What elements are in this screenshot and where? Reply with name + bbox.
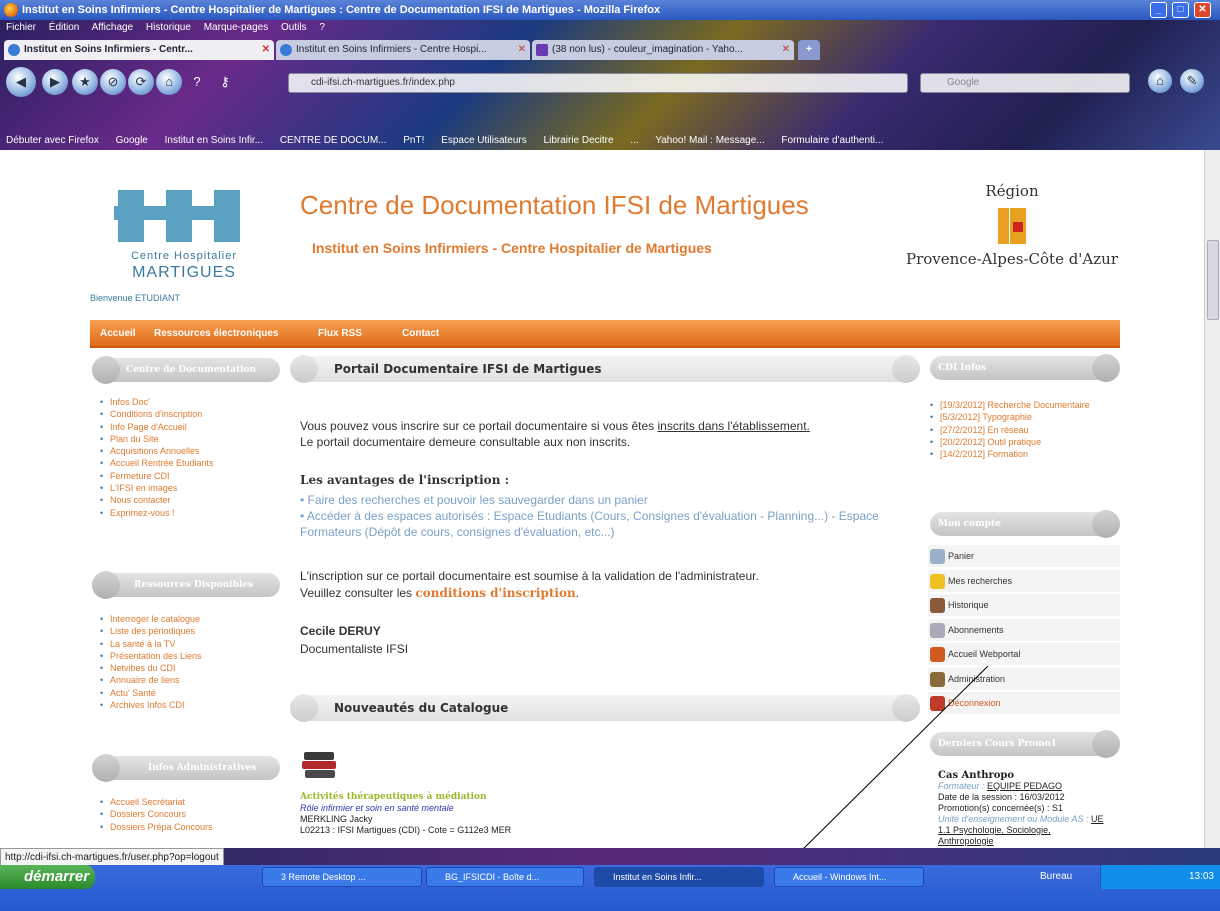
forward-button[interactable]: ▶ <box>42 69 68 95</box>
tab-2[interactable]: Institut en Soins Infirmiers - Centre Ho… <box>276 40 530 60</box>
bookmark-item[interactable]: ... <box>630 135 638 146</box>
home-icon[interactable]: ⌂ <box>156 69 182 95</box>
menu-history[interactable]: Historique <box>146 22 191 33</box>
favicon-icon <box>280 44 292 56</box>
start-button[interactable]: démarrer <box>0 865 95 889</box>
vertical-scrollbar[interactable] <box>1204 150 1220 862</box>
reload-button[interactable]: ⟳ <box>128 69 154 95</box>
key-icon[interactable]: ⚷ <box>212 69 238 95</box>
tab-bar: Institut en Soins Infirmiers - Centr... ✕… <box>0 38 1220 60</box>
search-placeholder: Google <box>947 77 980 88</box>
back-button[interactable]: ◀ <box>6 67 36 97</box>
tab-label: Institut en Soins Infirmiers - Centr... <box>24 44 193 55</box>
bookmark-star-icon[interactable]: ★ <box>72 69 98 95</box>
menu-tools[interactable]: Outils <box>281 22 307 33</box>
task-label: Accueil - Windows Int... <box>793 872 887 882</box>
scrollbar-thumb[interactable] <box>1207 240 1219 320</box>
url-text: cdi-ifsi.ch-martigues.fr/index.php <box>311 77 455 88</box>
url-bar[interactable]: cdi-ifsi.ch-martigues.fr/index.php <box>288 73 908 93</box>
bookmark-item[interactable]: Débuter avec Firefox <box>6 135 99 146</box>
bookmark-item[interactable]: Institut en Soins Infir... <box>165 135 263 146</box>
menu-bookmarks[interactable]: Marque-pages <box>204 22 268 33</box>
task-ie[interactable]: Accueil - Windows Int... <box>774 867 924 887</box>
tab-3[interactable]: (38 non lus) - couleur_imagination - Yah… <box>532 40 794 60</box>
system-tray: 13:03 <box>1100 865 1220 889</box>
menu-bar: Fichier Édition Affichage Historique Mar… <box>0 20 1220 36</box>
bookmark-item[interactable]: Formulaire d'authenti... <box>781 135 883 146</box>
tab-label: Institut en Soins Infirmiers - Centre Ho… <box>296 44 487 55</box>
web-page: Centre Hospitalier MARTIGUES Bienvenue E… <box>0 150 1204 862</box>
task-mail[interactable]: BG_IFSICDI - Boîte d... <box>426 867 584 887</box>
task-label: Institut en Soins Infir... <box>613 872 702 882</box>
window-title: Institut en Soins Infirmiers - Centre Ho… <box>22 4 661 16</box>
mail-icon <box>536 44 548 56</box>
navigation-toolbar: ◀ ▶ ★ ⊘ ⟳ ⌂ ? ⚷ cdi-ifsi.ch-martigues.fr… <box>0 64 1220 100</box>
bookmark-item[interactable]: Yahoo! Mail : Message... <box>655 135 764 146</box>
maximize-button[interactable]: □ <box>1172 2 1189 18</box>
task-label: 3 Remote Desktop ... <box>281 872 366 882</box>
tab-active[interactable]: Institut en Soins Infirmiers - Centr... ✕ <box>4 40 274 60</box>
home-icon[interactable]: ⌂ <box>1148 69 1172 93</box>
window-titlebar: Institut en Soins Infirmiers - Centre Ho… <box>0 0 1220 20</box>
task-label: BG_IFSICDI - Boîte d... <box>445 872 540 882</box>
windows-taskbar: démarrer 3 Remote Desktop ... BG_IFSICDI… <box>0 865 1220 911</box>
annotation-line <box>789 665 989 862</box>
bureau-toolbar[interactable]: Bureau <box>1040 865 1072 889</box>
start-label: démarrer <box>24 868 90 885</box>
bookmark-item[interactable]: PnT! <box>403 135 424 146</box>
firefox-icon <box>4 3 18 17</box>
bookmarks-toolbar: Débuter avec Firefox Google Institut en … <box>0 132 1220 150</box>
tab-close-icon[interactable]: ✕ <box>262 40 270 60</box>
tab-close-icon[interactable]: ✕ <box>782 40 790 60</box>
stop-button[interactable]: ⊘ <box>100 69 126 95</box>
bookmark-item[interactable]: CENTRE DE DOCUM... <box>280 135 387 146</box>
close-window-button[interactable]: ✕ <box>1194 2 1211 18</box>
menu-edit[interactable]: Édition <box>49 22 80 33</box>
minimize-button[interactable]: _ <box>1150 2 1167 18</box>
task-firefox[interactable]: Institut en Soins Infir... <box>594 867 764 887</box>
task-remote-desktop[interactable]: 3 Remote Desktop ... <box>262 867 422 887</box>
new-tab-button[interactable]: + <box>798 40 820 60</box>
tab-close-icon[interactable]: ✕ <box>518 40 526 60</box>
tab-label: (38 non lus) - couleur_imagination - Yah… <box>552 44 743 55</box>
help-icon[interactable]: ? <box>184 69 210 95</box>
search-box[interactable]: Google <box>920 73 1130 93</box>
favicon-icon <box>8 44 20 56</box>
menu-view[interactable]: Affichage <box>92 22 134 33</box>
tools-icon[interactable]: ✎ <box>1180 69 1204 93</box>
bookmark-item[interactable]: Google <box>116 135 148 146</box>
bookmark-item[interactable]: Librairie Decitre <box>544 135 614 146</box>
menu-help[interactable]: ? <box>319 22 325 33</box>
annotation-arrow-line <box>789 665 989 862</box>
status-bar: http://cdi-ifsi.ch-martigues.fr/user.php… <box>0 848 1220 867</box>
clock[interactable]: 13:03 <box>1189 871 1214 882</box>
menu-file[interactable]: Fichier <box>6 22 36 33</box>
bookmark-item[interactable]: Espace Utilisateurs <box>441 135 527 146</box>
